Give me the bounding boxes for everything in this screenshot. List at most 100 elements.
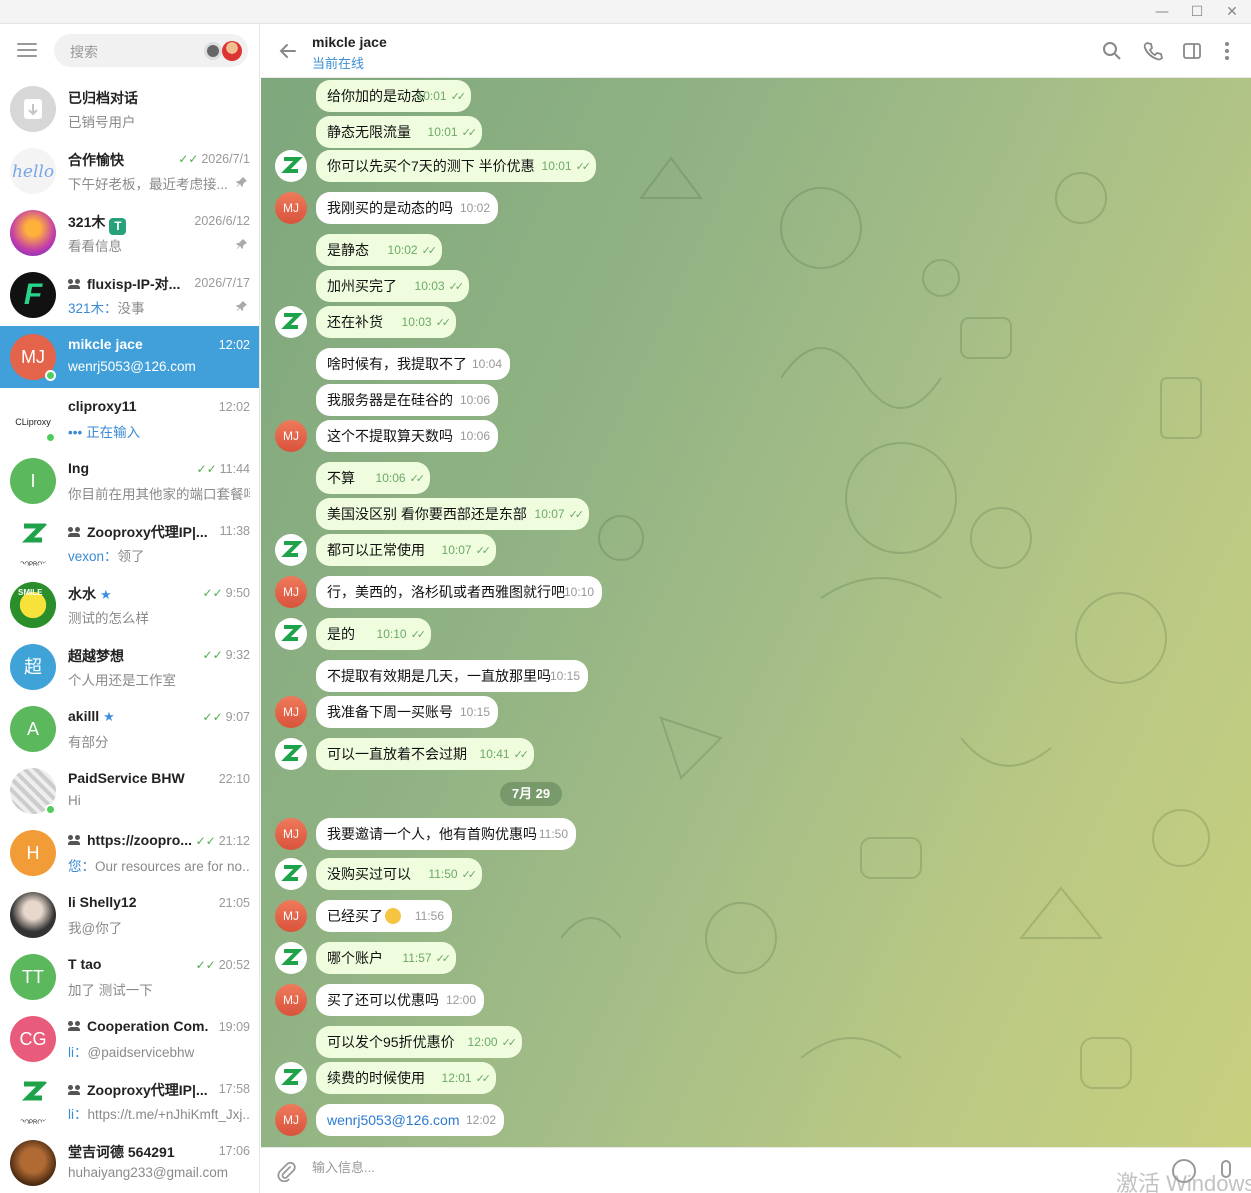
chat-list-item[interactable]: TT T tao ✓✓ 20:52 加了 测试一下	[0, 946, 259, 1008]
chat-list-item[interactable]: li Shelly12 21:05 我@你了	[0, 884, 259, 946]
attach-icon[interactable]	[275, 1160, 297, 1182]
chat-name: 321木 T	[68, 212, 127, 235]
chat-time: 17:06	[219, 1144, 250, 1158]
message-text: 没购买过可以	[327, 866, 411, 882]
incoming-message[interactable]: 不提取有效期是几天，一直放那里吗 10:15	[316, 660, 588, 692]
outgoing-message[interactable]: 给你加的是动态 10:01 ✓✓	[316, 80, 471, 112]
minimize-button[interactable]: —	[1145, 0, 1179, 24]
incoming-message[interactable]: 买了还可以优惠吗 12:00	[316, 984, 484, 1016]
outgoing-message[interactable]: 都可以正常使用 10:07 ✓✓	[316, 534, 496, 566]
sender-avatar[interactable]: MJ	[275, 900, 307, 932]
sender-avatar[interactable]: MJ	[275, 1104, 307, 1136]
incoming-message[interactable]: 我服务器是在硅谷的 10:06	[316, 384, 498, 416]
microphone-icon[interactable]	[1221, 1160, 1231, 1178]
outgoing-message[interactable]: 是的 10:10 ✓✓	[316, 618, 431, 650]
sender-avatar[interactable]: MJ	[275, 818, 307, 850]
message-time-text: 10:03	[414, 279, 445, 293]
sender-avatar[interactable]	[275, 150, 307, 182]
back-arrow-icon[interactable]	[278, 41, 298, 61]
chat-list-item[interactable]: I Ing ✓✓ 11:44 你目前在用其他家的端口套餐吗	[0, 450, 259, 512]
incoming-message[interactable]: 我要邀请一个人，他有首购优惠吗 11:50	[316, 818, 576, 850]
outgoing-message[interactable]: 哪个账户 11:57 ✓✓	[316, 942, 456, 974]
outgoing-message[interactable]: 续费的时候使用 12:01 ✓✓	[316, 1062, 496, 1094]
sender-avatar[interactable]	[275, 738, 307, 770]
sender-avatar[interactable]	[275, 942, 307, 974]
chat-list-item[interactable]: PaidService BHW 22:10 Hi	[0, 760, 259, 822]
sender-avatar[interactable]	[275, 534, 307, 566]
message-time: 10:01 ✓✓	[428, 123, 478, 142]
phone-call-icon[interactable]	[1142, 40, 1164, 62]
outgoing-message[interactable]: 静态无限流量 10:01 ✓✓	[316, 116, 482, 148]
close-button[interactable]: ✕	[1215, 0, 1249, 24]
chat-list-item[interactable]: Hhttps://zoopro... ✓✓ 21:12 您：Our resources…	[0, 822, 259, 884]
sender-avatar[interactable]	[275, 1062, 307, 1094]
typing-indicator: •••	[68, 425, 83, 440]
outgoing-message[interactable]: 加州买完了 10:03 ✓✓	[316, 270, 469, 302]
chat-list-item[interactable]: 堂吉诃德 564291 17:06 huhaiyang233@gmail.com	[0, 1132, 259, 1193]
chat-list-item[interactable]: Ffluxisp-IP-对... 2026/7/17 321木：没事	[0, 264, 259, 326]
outgoing-message[interactable]: 还在补货 10:03 ✓✓	[316, 306, 456, 338]
read-check-icon: ✓✓	[421, 245, 438, 257]
sidebar-toggle-icon[interactable]	[1181, 40, 1203, 62]
sender-avatar[interactable]	[275, 306, 307, 338]
message-text[interactable]: wenrj5053@126.com	[327, 1112, 460, 1128]
outgoing-message[interactable]: 不算 10:06 ✓✓	[316, 462, 430, 494]
read-check-icon: ✓✓	[513, 749, 530, 761]
chat-list-item[interactable]: CG Cooperation Com... 19:09 li：@paidservice…	[0, 1008, 259, 1070]
search-input[interactable]: 搜索	[70, 42, 98, 62]
sender-avatar[interactable]: MJ	[275, 984, 307, 1016]
message-text: 这个不提取算天数吗	[327, 428, 453, 444]
chat-preview-text: 已销号用户	[68, 115, 136, 130]
read-check-icon: ✓✓	[475, 545, 492, 557]
sender-avatar[interactable]: MJ	[275, 420, 307, 452]
message-time-text: 10:04	[471, 357, 502, 371]
chat-preview-text: 我@你了	[68, 921, 123, 936]
outgoing-message[interactable]: 没购买过可以 11:50 ✓✓	[316, 858, 482, 890]
chat-list-item[interactable]: 超 超越梦想 ✓✓ 9:32 个人用还是工作室	[0, 636, 259, 698]
sender-avatar[interactable]: MJ	[275, 576, 307, 608]
sender-avatar[interactable]	[275, 618, 307, 650]
message-input[interactable]	[312, 1160, 1012, 1175]
incoming-message[interactable]: 我刚买的是动态的吗 10:02	[316, 192, 498, 224]
story-avatar-icon[interactable]	[222, 41, 242, 61]
more-options-icon[interactable]	[1216, 40, 1238, 62]
chat-list-item[interactable]: hello 合作愉快 ✓✓ 2026/7/1 下午好老板，最近考虑接...	[0, 140, 259, 202]
chat-list-item[interactable]: ZOOPROXY Zooproxy代理IP|... 17:58 li：https://…	[0, 1070, 259, 1132]
zooproxy-logo-icon	[281, 1069, 303, 1085]
outgoing-message[interactable]: 是静态 10:02 ✓✓	[316, 234, 442, 266]
emoji-icon[interactable]	[1172, 1159, 1196, 1183]
chat-list-item[interactable]: SMILE 水水 ★ ✓✓ 9:50 测试的怎么样	[0, 574, 259, 636]
incoming-message[interactable]: wenrj5053@126.com 12:02	[316, 1104, 504, 1136]
message-time-text: 10:15	[549, 669, 580, 683]
incoming-message[interactable]: 啥时候有，我提取不了 10:04	[316, 348, 510, 380]
incoming-message[interactable]: 我准备下周一买账号 10:15	[316, 696, 498, 728]
outgoing-message[interactable]: 可以发个95折优惠价 12:00 ✓✓	[316, 1026, 522, 1058]
chat-list-item[interactable]: CLiproxy cliproxy11 12:02 ••• 正在输入	[0, 388, 259, 450]
chat-title[interactable]: mikcle jace	[312, 34, 387, 50]
incoming-message[interactable]: 已经买了 11:56	[316, 900, 452, 932]
sender-avatar[interactable]: MJ	[275, 696, 307, 728]
story-icon[interactable]	[204, 42, 222, 60]
chat-preview: 321木：没事	[68, 301, 145, 316]
group-icon	[68, 279, 82, 289]
maximize-button[interactable]: ☐	[1180, 0, 1214, 24]
outgoing-message[interactable]: 美国没区别 看你要西部还是东部 10:07 ✓✓	[316, 498, 589, 530]
zooproxy-logo-icon	[281, 157, 303, 173]
chat-list-item[interactable]: MJ mikcle jace 12:02 wenrj5053@126.com	[0, 326, 259, 388]
search-box[interactable]: 搜索	[54, 34, 248, 67]
chat-list-item[interactable]: 已归档对话 已销号用户	[0, 78, 259, 140]
sender-avatar[interactable]: MJ	[275, 192, 307, 224]
sender-avatar[interactable]	[275, 858, 307, 890]
group-icon	[68, 835, 82, 845]
hamburger-menu-icon[interactable]	[17, 43, 37, 58]
search-icon[interactable]	[1101, 40, 1123, 62]
chat-list-item[interactable]: Aakilll ★ ✓✓ 9:07 有部分	[0, 698, 259, 760]
chat-list-item[interactable]: 321木 T 2026/6/12 看看信息	[0, 202, 259, 264]
message-area[interactable]: 给你加的是动态 10:01 ✓✓ 静态无限流量 10:01 ✓✓ 你可以先买个7天的测下 半…	[261, 78, 1251, 1147]
incoming-message[interactable]: 这个不提取算天数吗 10:06	[316, 420, 498, 452]
outgoing-message[interactable]: 你可以先买个7天的测下 半价优惠 10:01 ✓✓	[316, 150, 596, 182]
incoming-message[interactable]: 行，美西的，洛杉矶或者西雅图就行吧 10:10	[316, 576, 602, 608]
message-text: 是的	[327, 626, 355, 642]
outgoing-message[interactable]: 可以一直放着不会过期 10:41 ✓✓	[316, 738, 534, 770]
chat-list-item[interactable]: ZOOPROXY Zooproxy代理IP|... 11:38 vexon：领了	[0, 512, 259, 574]
